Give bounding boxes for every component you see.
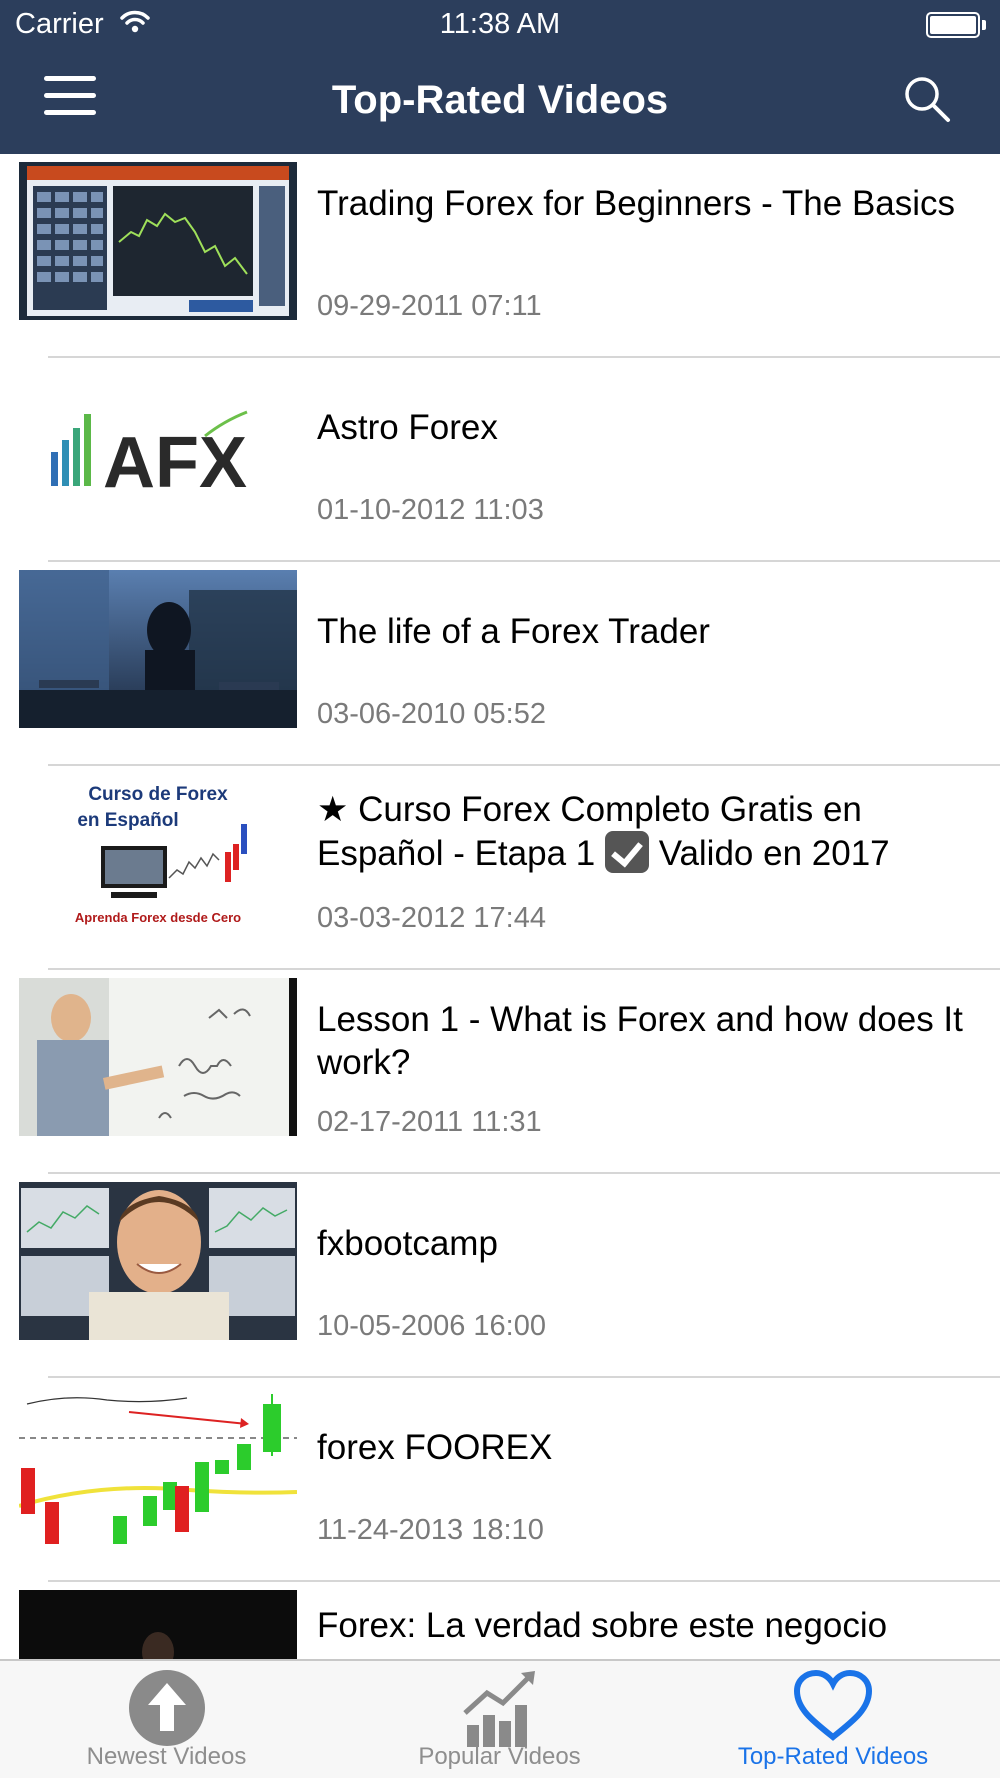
video-date: 11-24-2013 18:10 [317,1514,544,1546]
video-date: 10-05-2006 16:00 [317,1310,546,1342]
tab-label: Popular Videos [418,1743,581,1770]
afx-logo-icon: AFX [51,410,248,503]
video-title: Forex: La verdad sobre este negocio [317,1606,888,1645]
video-title-text: Valido en 2017 [648,834,890,873]
video-row[interactable]: fxbootcamp 10-05-2006 16:00 [0,1174,1000,1378]
checkbox-checked-icon [604,831,649,873]
video-thumbnail [19,162,297,320]
video-thumbnail [19,1590,297,1659]
video-date: 02-17-2011 11:31 [317,1106,542,1138]
video-title: Lesson 1 - What is Forex and how does It… [317,1000,963,1082]
status-clock: 11:38 AM [439,8,561,40]
search-icon[interactable] [902,74,952,124]
tab-popular-videos[interactable]: Popular Videos [333,1661,666,1778]
heart-icon [793,1669,873,1741]
video-list[interactable]: Trading Forex for Beginners - The Basics… [0,154,1000,1659]
video-thumbnail: AFX [19,366,297,524]
video-thumbnail [19,1386,297,1544]
video-row[interactable]: AFX Astro Forex 01-10-2012 11:03 [0,358,1000,562]
svg-text:Aprenda Forex desde Cero: Aprenda Forex desde Cero [75,910,241,925]
video-row[interactable]: Forex: La verdad sobre este negocio [0,1582,1000,1659]
video-date: 03-03-2012 17:44 [317,902,546,934]
svg-text:Curso de Forex: Curso de Forex [88,784,228,805]
video-thumbnail: Curso de Forex en Español Aprenda Forex … [19,774,297,932]
tab-label: Top-Rated Videos [737,1743,929,1770]
tab-newest-videos[interactable]: Newest Videos [0,1661,333,1778]
video-date: 03-06-2010 05:52 [317,698,546,730]
battery-icon [926,12,986,38]
video-thumbnail [19,1182,297,1340]
video-thumbnail [19,570,297,728]
page-title: Top-Rated Videos [331,78,669,122]
video-title: ★ Curso Forex Completo Gratis en Español… [317,788,985,875]
video-date: 01-10-2012 11:03 [317,494,544,526]
tab-bar: Newest Videos Popular Videos Top-Rated V… [0,1659,1000,1778]
trending-chart-icon [462,1671,535,1747]
svg-text:AFX: AFX [103,423,247,503]
video-title: fxbootcamp [317,1224,498,1263]
video-row[interactable]: Trading Forex for Beginners - The Basics… [0,154,1000,358]
header: Carrier 11:38 AM Top-Rated Videos [0,0,1000,154]
svg-text:en Español: en Español [77,810,178,831]
video-thumbnail [19,978,297,1136]
video-title: The life of a Forex Trader [317,612,710,651]
video-row[interactable]: forex FOOREX 11-24-2013 18:10 [0,1378,1000,1582]
tab-label: Newest Videos [86,1743,247,1770]
nav-bar: Top-Rated Videos [0,50,1000,154]
video-date: 09-29-2011 07:11 [317,290,542,322]
video-row[interactable]: The life of a Forex Trader 03-06-2010 05… [0,562,1000,766]
video-title: Astro Forex [317,408,498,447]
tab-top-rated-videos[interactable]: Top-Rated Videos [666,1661,1000,1778]
video-title: forex FOOREX [317,1428,553,1467]
up-arrow-circle-icon [128,1670,205,1746]
status-bar: Carrier 11:38 AM [0,0,1000,50]
video-row[interactable]: Curso de Forex en Español Aprenda Forex … [0,766,1000,970]
video-title: Trading Forex for Beginners - The Basics [317,184,956,223]
video-row[interactable]: Lesson 1 - What is Forex and how does It… [0,970,1000,1174]
